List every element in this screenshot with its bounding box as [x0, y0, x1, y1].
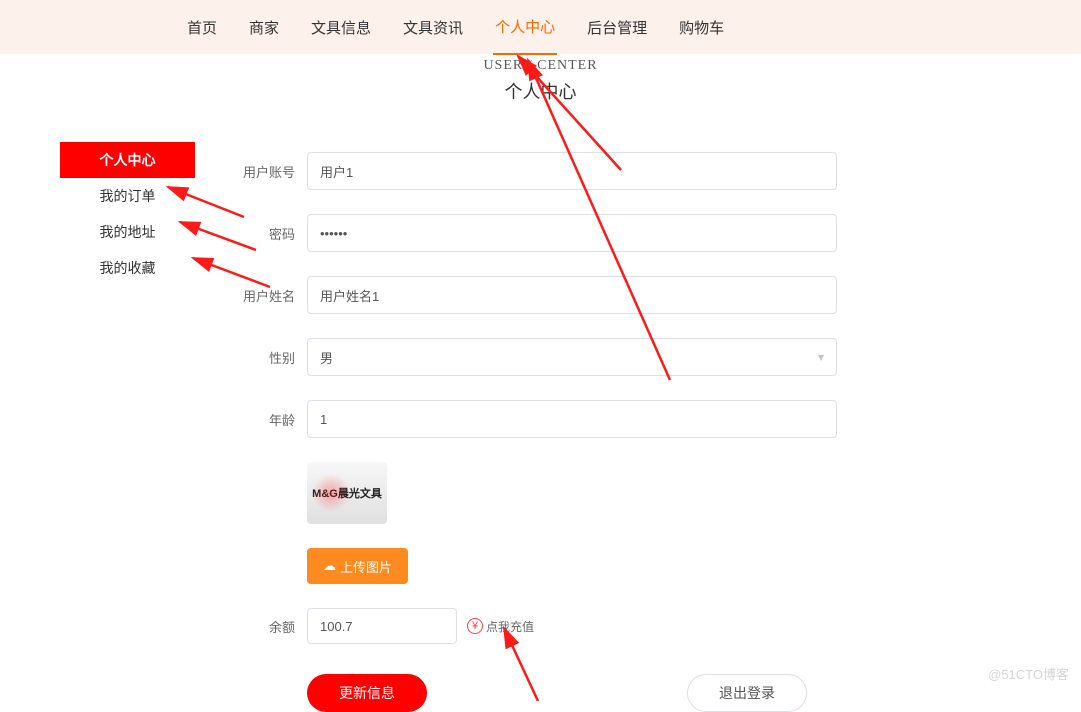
- username-label: 用户账号: [235, 162, 295, 181]
- page-header: USER / CENTER 个人中心: [60, 54, 1021, 122]
- sidebar-item-profile[interactable]: 个人中心: [60, 142, 195, 178]
- recharge-link[interactable]: ¥ 点我充值: [467, 618, 534, 635]
- password-label: 密码: [235, 224, 295, 243]
- sidebar: 个人中心 我的订单 我的地址 我的收藏: [60, 142, 195, 712]
- upload-label: 上传图片: [340, 557, 392, 576]
- upload-button[interactable]: ☁ 上传图片: [307, 548, 408, 584]
- submit-button[interactable]: 更新信息: [307, 674, 427, 712]
- profile-form: 用户账号 密码 用户姓名 性别 男 ▾ 年龄 M&G晨光文具: [235, 142, 1021, 712]
- nav-admin[interactable]: 后台管理: [585, 1, 649, 54]
- header-subtitle: USER / CENTER: [60, 58, 1021, 74]
- page-title: 个人中心: [60, 78, 1021, 104]
- gender-label: 性别: [235, 348, 295, 367]
- logout-button[interactable]: 退出登录: [687, 674, 807, 712]
- balance-input[interactable]: [307, 608, 457, 644]
- age-label: 年龄: [235, 410, 295, 429]
- gender-select[interactable]: 男 ▾: [307, 338, 837, 376]
- nav-cart[interactable]: 购物车: [677, 1, 726, 54]
- nav-products[interactable]: 文具信息: [309, 1, 373, 54]
- nav-merchant[interactable]: 商家: [247, 1, 281, 54]
- avatar-text: M&G晨光文具: [312, 485, 382, 501]
- sidebar-item-address[interactable]: 我的地址: [60, 214, 195, 250]
- nav-user-center[interactable]: 个人中心: [493, 0, 557, 55]
- chevron-down-icon: ▾: [818, 350, 824, 364]
- sidebar-item-orders[interactable]: 我的订单: [60, 178, 195, 214]
- cloud-upload-icon: ☁: [323, 558, 336, 574]
- sidebar-item-favorites[interactable]: 我的收藏: [60, 250, 195, 286]
- username-input[interactable]: [307, 152, 837, 190]
- age-input[interactable]: [307, 400, 837, 438]
- top-nav: 首页 商家 文具信息 文具资讯 个人中心 后台管理 购物车: [0, 0, 1081, 54]
- recharge-text: 点我充值: [486, 618, 534, 635]
- watermark: @51CTO博客: [988, 664, 1069, 683]
- name-input[interactable]: [307, 276, 837, 314]
- password-input[interactable]: [307, 214, 837, 252]
- balance-label: 余额: [235, 617, 295, 636]
- gender-value: 男: [320, 348, 333, 367]
- avatar-preview: M&G晨光文具: [307, 462, 387, 524]
- nav-news[interactable]: 文具资讯: [401, 1, 465, 54]
- yen-icon: ¥: [467, 618, 483, 634]
- nav-home[interactable]: 首页: [185, 1, 219, 54]
- name-label: 用户姓名: [235, 286, 295, 305]
